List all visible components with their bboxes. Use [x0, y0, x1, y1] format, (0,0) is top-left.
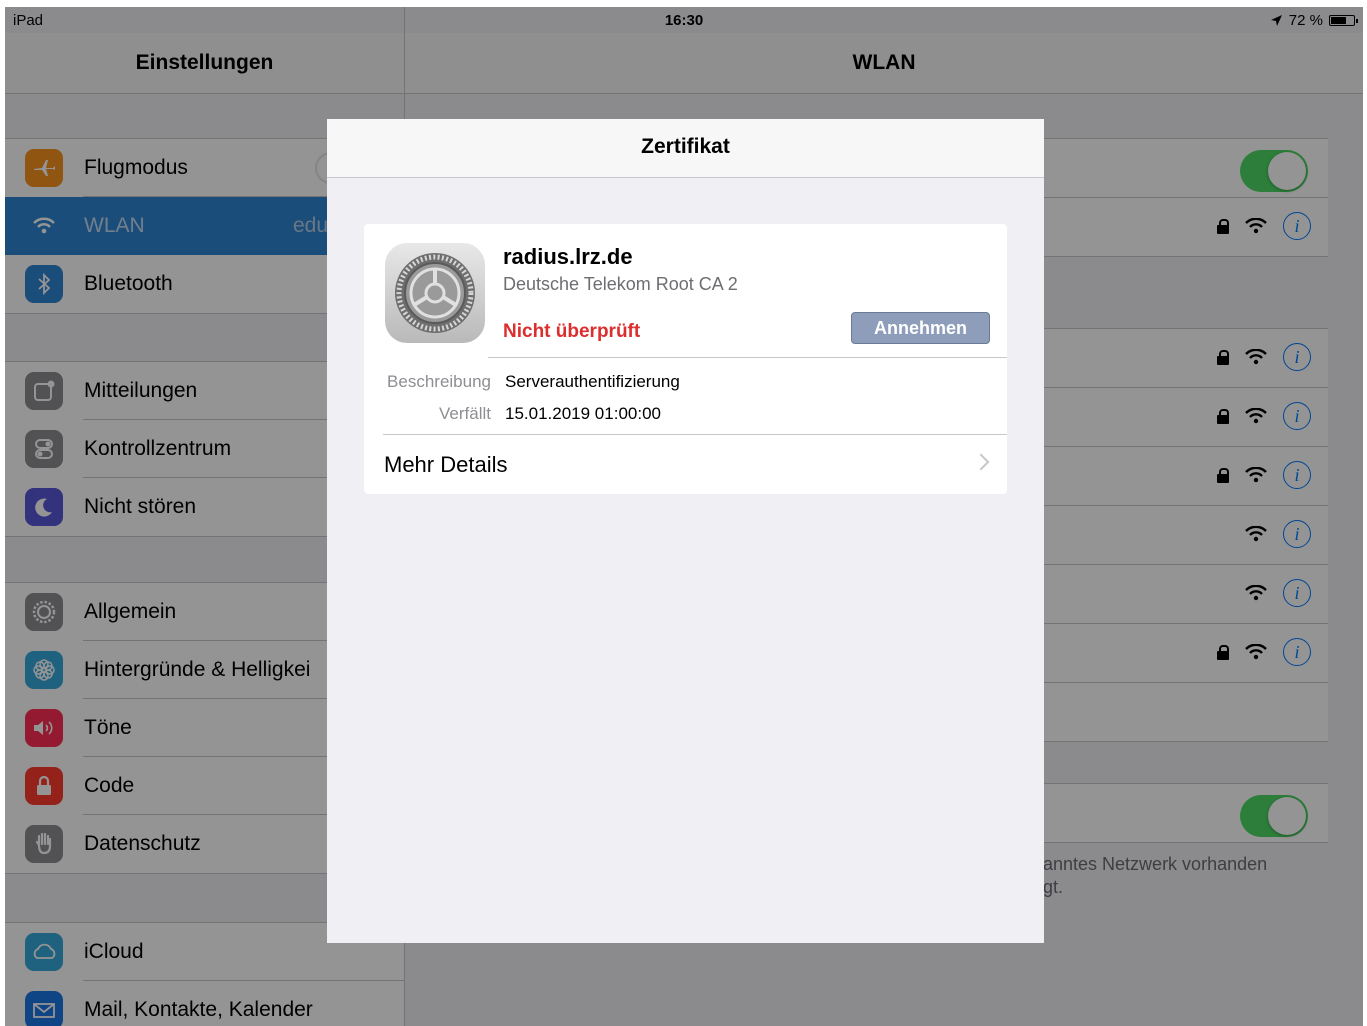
certificate-status: Nicht überprüft	[503, 321, 641, 342]
certificate-name: radius.lrz.de	[503, 244, 633, 269]
more-details-link[interactable]: Mehr Details	[384, 452, 507, 478]
modal-title: Zertifikat	[641, 135, 730, 158]
accept-button[interactable]: Annehmen	[851, 312, 990, 344]
chevron-right-icon	[972, 453, 990, 471]
card-separator	[488, 357, 1007, 358]
modal-header: Zertifikat	[327, 119, 1044, 178]
certificate-card: radius.lrz.de Deutsche Telekom Root CA 2…	[364, 224, 1007, 494]
expires-value: 15.01.2019 01:00:00	[505, 404, 661, 423]
card-separator	[383, 434, 1007, 435]
description-label: Beschreibung	[387, 372, 491, 391]
certificate-issuer: Deutsche Telekom Root CA 2	[503, 274, 738, 294]
certificate-modal: Zertifikat radius.lrz.de Deutsche Teleko…	[327, 119, 1044, 943]
description-value: Serverauthentifizierung	[505, 372, 680, 391]
expires-label: Verfällt	[439, 404, 491, 423]
ipad-screen: iPad 16:30 72 % Einstellungen Flugmodus	[5, 7, 1363, 1026]
certificate-gear-icon	[385, 243, 485, 343]
